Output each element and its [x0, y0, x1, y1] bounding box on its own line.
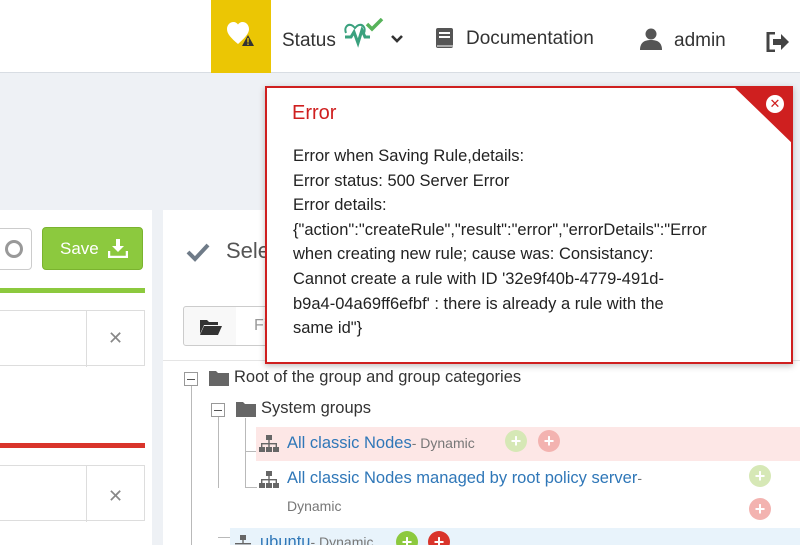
heart-warning-icon: [227, 22, 254, 46]
tree-node-all-classic-nodes-root-policy[interactable]: All classic Nodes managed by root policy…: [287, 469, 642, 488]
tree-collapse-toggle[interactable]: [184, 372, 198, 386]
folder-open-icon: [200, 320, 222, 335]
field-separator: [86, 466, 87, 522]
tree-node-root[interactable]: Root of the group and group categories: [234, 368, 521, 387]
folder-toggle-button[interactable]: [183, 306, 237, 346]
circle-icon: [5, 240, 23, 258]
panel-header-title: Sele: [226, 238, 271, 263]
error-line: Error details:: [293, 196, 387, 215]
rule-field-row[interactable]: ✕: [0, 310, 145, 367]
network-group-icon: [259, 435, 279, 452]
network-group-icon: [235, 535, 251, 545]
close-icon[interactable]: ✕: [766, 95, 784, 113]
download-icon: [108, 239, 128, 258]
tree-guide-line: [218, 537, 230, 538]
dynamic-tag: Dynamic: [287, 498, 342, 514]
error-line: {"action":"createRule","result":"error",…: [293, 220, 707, 239]
close-icon[interactable]: ✕: [108, 328, 123, 349]
network-group-icon: [259, 471, 279, 488]
tree-guide-line: [245, 418, 246, 488]
folder-icon: [236, 402, 256, 417]
error-title: Error: [292, 102, 337, 124]
error-message: Error when Saving Rule,details: Error st…: [293, 144, 791, 341]
remove-circle-icon[interactable]: +: [749, 498, 771, 520]
error-line: same id"}: [293, 319, 363, 338]
save-button[interactable]: Save: [42, 227, 143, 270]
tree-collapse-toggle[interactable]: [211, 403, 225, 417]
error-line: when creating new rule; cause was: Consi…: [293, 245, 654, 264]
tree-node-system-groups[interactable]: System groups: [261, 399, 371, 418]
dynamic-tag: - Dynamic: [411, 435, 475, 451]
rule-field-row[interactable]: ✕: [0, 465, 145, 522]
tree-node-ubuntu[interactable]: ubuntu- Dynamic: [260, 533, 373, 545]
tree-guide-line: [191, 386, 192, 545]
error-line: Error status: 500 Server Error: [293, 171, 510, 190]
status-menu-label[interactable]: Status: [282, 30, 336, 52]
folder-icon: [209, 371, 229, 386]
health-indicator-button[interactable]: [211, 0, 271, 73]
section-divider-green: [0, 288, 145, 293]
remove-circle-icon[interactable]: +: [538, 430, 560, 452]
checkmark-icon: [186, 243, 210, 262]
user-icon: [640, 28, 662, 50]
tree-guide-line: [245, 487, 257, 488]
tree-guide-line: [218, 416, 219, 488]
top-navbar: Status Documentation admin: [0, 0, 800, 73]
book-icon: [436, 28, 453, 48]
add-circle-icon[interactable]: +: [749, 465, 771, 487]
heartbeat-check-icon: [344, 18, 384, 48]
field-separator: [86, 311, 87, 367]
chevron-down-icon[interactable]: [390, 34, 404, 44]
user-menu-label[interactable]: admin: [674, 30, 726, 52]
error-line: b9a4-04a69ff6efbf' : there is already a …: [293, 294, 664, 313]
documentation-link[interactable]: Documentation: [466, 28, 594, 50]
error-line: Error when Saving Rule,details:: [293, 147, 525, 165]
add-circle-icon[interactable]: +: [505, 430, 527, 452]
error-corner-ribbon: [735, 88, 791, 143]
save-button-label: Save: [60, 239, 99, 258]
tree-node-all-classic-nodes[interactable]: All classic Nodes- Dynamic: [287, 434, 475, 453]
section-divider-red: [0, 443, 145, 448]
close-icon[interactable]: ✕: [108, 486, 123, 507]
error-line: Cannot create a rule with ID '32e9f40b-4…: [293, 269, 664, 288]
reset-button[interactable]: [0, 228, 32, 270]
error-notification: Error ✕ Error when Saving Rule,details: …: [265, 86, 793, 364]
logout-icon[interactable]: [766, 32, 790, 52]
